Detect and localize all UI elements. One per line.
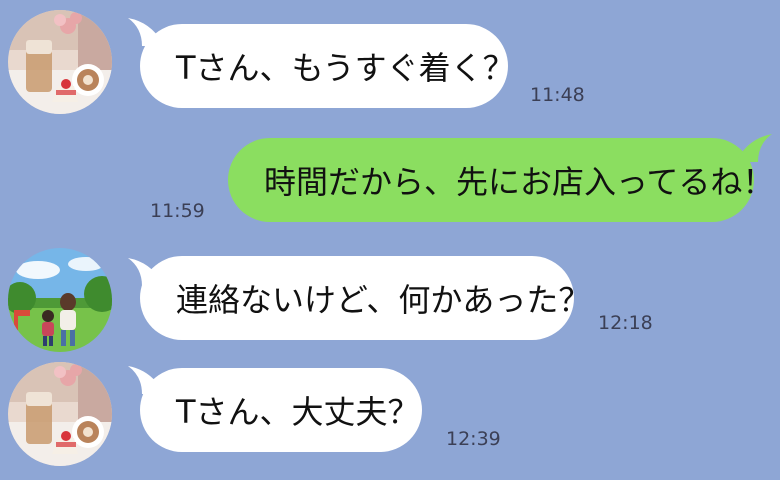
- cafe-photo-icon: [8, 362, 112, 466]
- message-text: 時間だから、先にお店入ってるね！: [264, 163, 775, 201]
- park-photo-icon: [8, 248, 112, 352]
- message-row-outgoing: 11:59 時間だから、先にお店入ってるね！: [0, 120, 780, 240]
- cafe-photo-icon: [8, 10, 112, 114]
- message-timestamp: 11:59: [150, 200, 205, 222]
- message-text: 連絡ないけど、何かあった？: [176, 281, 591, 319]
- chat-thread: Tさん、もうすぐ着く？ 11:48 11:59 時間だから、先にお店入ってるね！: [0, 0, 780, 480]
- message-timestamp: 12:39: [446, 428, 501, 450]
- message-timestamp: 12:18: [598, 312, 653, 334]
- message-row-incoming: 連絡ないけど、何かあった？ 12:18: [0, 240, 780, 360]
- message-bubble[interactable]: 時間だから、先にお店入ってるね！: [228, 138, 774, 222]
- bubble-tail: [738, 132, 772, 162]
- message-bubble[interactable]: Tさん、大丈夫？: [140, 368, 422, 452]
- avatar-family[interactable]: [8, 248, 112, 352]
- avatar-cafe[interactable]: [8, 10, 112, 114]
- message-text: Tさん、もうすぐ着く？: [176, 49, 515, 87]
- message-text: Tさん、大丈夫？: [176, 393, 420, 431]
- message-timestamp: 11:48: [530, 84, 585, 106]
- message-bubble[interactable]: Tさん、もうすぐ着く？: [140, 24, 515, 108]
- avatar-cafe[interactable]: [8, 362, 112, 466]
- message-bubble[interactable]: 連絡ないけど、何かあった？: [140, 256, 590, 340]
- message-row-incoming: Tさん、大丈夫？ 12:39: [0, 360, 780, 480]
- message-row-incoming: Tさん、もうすぐ着く？ 11:48: [0, 0, 780, 120]
